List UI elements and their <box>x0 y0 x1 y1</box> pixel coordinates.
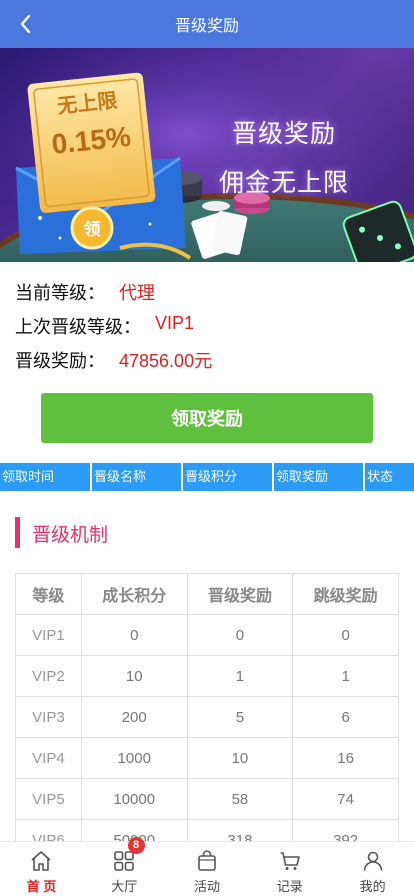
cart-icon <box>280 852 300 870</box>
tab-mine-label: 我的 <box>359 879 386 894</box>
reward-label: 晋级奖励： <box>15 351 105 371</box>
table-row: VIP4 1000 10 16 <box>15 737 399 779</box>
table-cell: 10000 <box>80 778 188 820</box>
user-icon <box>363 851 382 871</box>
table-header-growth: 成长积分 <box>80 573 188 615</box>
table-header-promo-reward: 晋级奖励 <box>186 573 294 615</box>
records-col-status: 状态 <box>365 463 414 491</box>
tab-hall[interactable]: 8 大厅 <box>83 837 166 896</box>
home-icon <box>31 851 51 871</box>
last-level-label: 上次晋级等级： <box>15 317 141 337</box>
table-row: VIP2 10 1 1 <box>15 655 399 697</box>
tab-activity[interactable]: 活动 <box>166 842 249 896</box>
current-level-value: 代理 <box>119 283 155 303</box>
table-cell: VIP1 <box>15 614 82 656</box>
table-cell: 1000 <box>80 737 188 779</box>
banner-illustration: 无上限 0.15% 领 <box>0 48 414 262</box>
table-header-skip-reward: 跳级奖励 <box>292 573 399 615</box>
last-level-value: VIP1 <box>155 313 195 333</box>
tab-hall-label: 大厅 <box>111 879 138 894</box>
current-level-row: 当前等级： 代理 <box>15 279 155 305</box>
records-header: 领取时间 晋级名称 晋级积分 领取奖励 状态 <box>0 463 414 491</box>
promo-banner: 无上限 0.15% 领 晋级奖励 佣金无上限 <box>0 48 414 262</box>
table-header-row: 等级 成长积分 晋级奖励 跳级奖励 <box>15 573 399 615</box>
table-cell: 10 <box>186 737 294 779</box>
table-cell: 1 <box>186 655 294 697</box>
table-cell: 1 <box>292 655 399 697</box>
bottom-tab-bar: 首 页 8 大厅 活动 记录 我的 <box>0 837 414 896</box>
tab-records-label: 记录 <box>276 879 303 894</box>
table-row: VIP1 0 0 0 <box>15 614 399 656</box>
table-cell: VIP2 <box>15 655 82 697</box>
reward-row: 晋级奖励： 47856.00元 <box>15 347 212 373</box>
current-level-label: 当前等级： <box>15 283 105 303</box>
claim-reward-button[interactable]: 领取奖励 <box>41 393 373 443</box>
table-cell: VIP4 <box>15 737 82 779</box>
banner-subheadline: 佣金无上限 <box>219 169 350 197</box>
coin-text: 领 <box>84 219 101 239</box>
hall-badge: 8 <box>127 837 145 854</box>
table-cell: VIP3 <box>15 696 82 738</box>
records-col-time: 领取时间 <box>0 463 92 491</box>
table-cell: 74 <box>292 778 399 820</box>
vip-level-table: 等级 成长积分 晋级奖励 跳级奖励 VIP1 0 0 0 VIP2 10 1 1… <box>15 573 399 861</box>
table-cell: 10 <box>80 655 188 697</box>
tab-home-label: 首 页 <box>26 879 57 894</box>
table-cell: 200 <box>80 696 188 738</box>
table-cell: 5 <box>186 696 294 738</box>
table-cell: 0 <box>292 614 399 656</box>
tab-mine[interactable]: 我的 <box>331 842 414 896</box>
reward-value: 47856.00元 <box>119 351 213 371</box>
top-nav-bar: 晋级奖励 <box>0 0 414 48</box>
section-accent-bar <box>15 517 20 548</box>
records-col-points: 晋级积分 <box>183 463 274 491</box>
page-title: 晋级奖励 <box>174 18 239 35</box>
table-cell: 0 <box>80 614 188 656</box>
table-cell: 16 <box>292 737 399 779</box>
tab-activity-label: 活动 <box>193 879 220 894</box>
table-cell: 0 <box>186 614 294 656</box>
records-col-name: 晋级名称 <box>92 463 183 491</box>
table-header-level: 等级 <box>15 573 82 615</box>
table-cell: 6 <box>292 696 399 738</box>
back-arrow-icon[interactable] <box>14 12 38 36</box>
banner-headline: 晋级奖励 <box>232 120 337 148</box>
table-cell: 58 <box>186 778 294 820</box>
records-col-reward: 领取奖励 <box>274 463 365 491</box>
tab-records[interactable]: 记录 <box>248 842 331 896</box>
last-level-row: 上次晋级等级： VIP1 <box>15 313 194 339</box>
bag-icon <box>198 850 216 871</box>
tab-home[interactable]: 首 页 <box>0 842 83 896</box>
table-row: VIP3 200 5 6 <box>15 696 399 738</box>
table-cell: VIP5 <box>15 778 82 820</box>
section-title: 晋级机制 <box>32 525 109 546</box>
table-row: VIP5 10000 58 74 <box>15 778 399 820</box>
